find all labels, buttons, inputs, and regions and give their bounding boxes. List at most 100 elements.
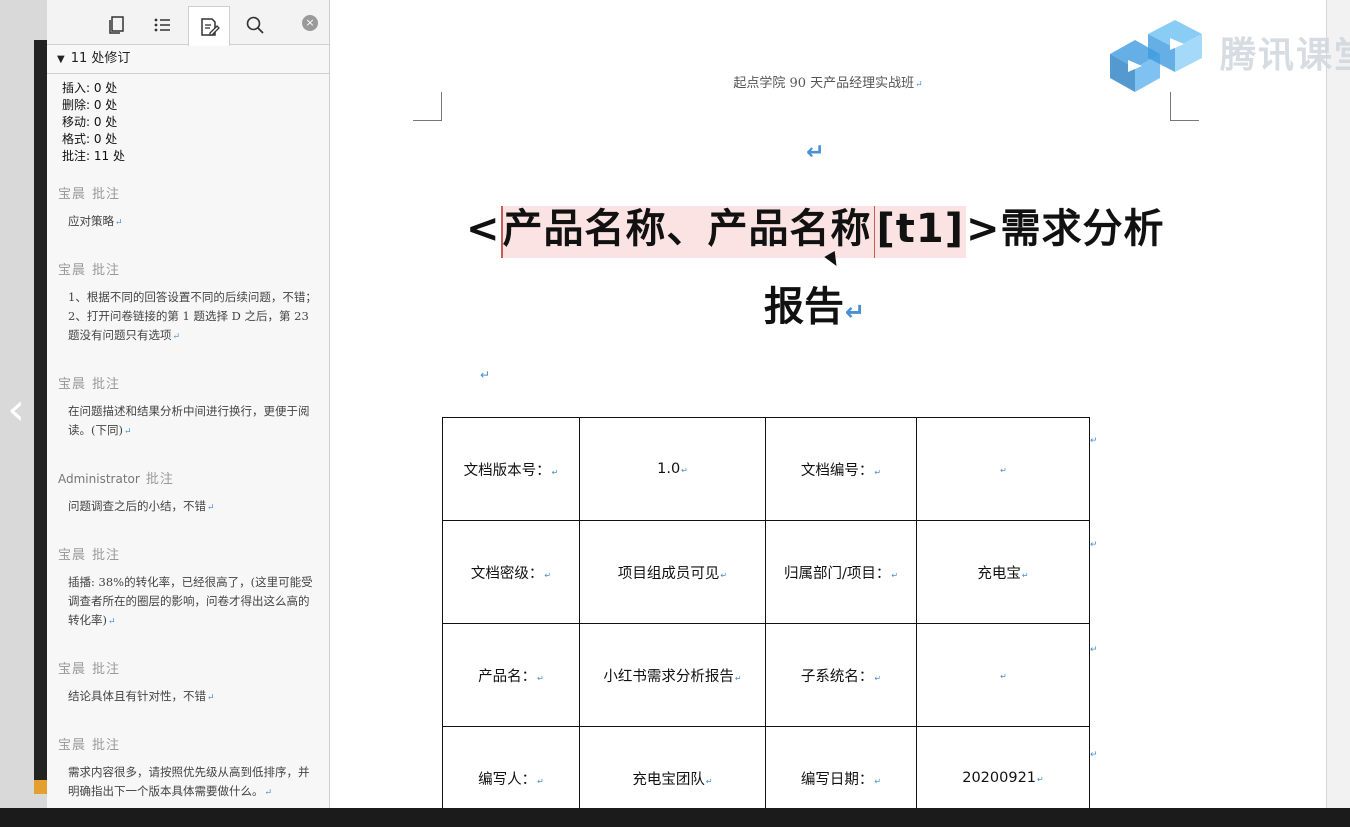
comment-text: 1、根据不同的回答设置不同的后续问题，不错；2、打开问卷链接的第 1 题选择 D… [68,290,317,342]
table-row: 产品名：↵ 小红书需求分析报告↵ 子系统名：↵ ↵ [442,623,1090,727]
search-icon[interactable] [235,6,275,44]
return-mark-icon: ↵ [108,617,116,627]
cell-text: 归属部门/项目： [783,565,891,582]
document-title[interactable]: <产品名称、产品名称 [t1]>需求分析 [466,196,1165,258]
comment-label: 批注 [92,187,121,202]
comment-body: 结论具体且有针对性，不错↵ [58,687,317,708]
table-cell[interactable]: 子系统名：↵ [765,623,917,727]
comment-label: 批注 [92,738,121,753]
table-cell[interactable]: 充电宝↵ [916,520,1090,624]
cell-text: 编写人： [478,771,537,788]
cell-text: 文档版本号： [463,462,551,479]
cell-text: 项目组成员可见 [617,565,720,582]
comment-author-line: 宝晨 批注 [58,183,317,202]
table-cell[interactable]: 文档密级：↵ [442,520,580,624]
title-line2-text: 报告 [764,284,844,330]
comment-body: 插播: 38%的转化率，已经很高了，(这里可能受调查者所在的圈层的影响，问卷才得… [58,573,317,632]
cell-text: 1.0 [657,461,681,477]
return-mark-icon: ↵ [115,218,123,228]
cell-text: 充电宝 [977,565,1021,582]
table-cell[interactable]: 编写日期：↵ [765,726,917,808]
table-cell[interactable]: 小红书需求分析报告↵ [579,623,766,727]
table-cell[interactable]: ↵ [916,623,1090,727]
comment-item[interactable]: 宝晨 批注 结论具体且有针对性，不错↵ [47,658,329,708]
previous-arrow-icon[interactable]: ‹ [0,380,32,440]
table-cell[interactable]: 编写人：↵ [442,726,580,808]
close-icon[interactable]: × [302,15,318,31]
watermark-text: 腾讯课堂 [1220,35,1350,76]
comment-item[interactable]: Administrator 批注 问题调查之后的小结，不错↵ [47,468,329,518]
margin-corner-right [1170,92,1199,121]
comment-item[interactable]: 宝晨 批注 应对策略↵ [47,183,329,233]
title-highlight[interactable]: 产品名称、产品名称 [500,206,874,258]
tencent-classroom-logo-icon [1110,20,1202,92]
document-title-line2[interactable]: 报告↵ [764,274,865,332]
comment-text: 插播: 38%的转化率，已经很高了，(这里可能受调查者所在的圈层的影响，问卷才得… [68,575,313,627]
comment-body: 1、根据不同的回答设置不同的后续问题，不错；2、打开问卷链接的第 1 题选择 D… [58,288,317,347]
return-mark-icon: ↵ [207,503,215,513]
table-cell[interactable]: 文档版本号：↵ [442,417,580,521]
comment-item[interactable]: 宝晨 批注 插播: 38%的转化率，已经很高了，(这里可能受调查者所在的圈层的影响… [47,544,329,632]
comment-body: 需求内容很多，请按照优先级从高到低排序，并明确指出下一个版本具体需要做什么。↵ [58,763,317,803]
return-mark-icon: ↵ [874,467,882,477]
comment-label: 批注 [92,263,121,278]
cell-text: 编写日期： [800,771,874,788]
return-mark-icon: ↵ [480,368,491,382]
collapse-triangle-icon[interactable]: ▼ [57,54,65,65]
return-mark-icon: ↵ [845,298,866,326]
return-mark-icon: ↵ [544,570,552,580]
comment-author-line: Administrator 批注 [58,468,317,487]
comment-item[interactable]: 宝晨 批注 在问题描述和结果分析中间进行换行，更便于阅读。(下同)↵ [47,373,329,442]
orange-marker [34,780,47,794]
comment-author: Administrator [58,472,140,486]
comment-text: 需求内容很多，请按照优先级从高到低排序，并明确指出下一个版本具体需要做什么。 [68,765,310,798]
list-icon[interactable] [142,6,182,44]
row-end-mark-icon: ↵ [1090,436,1098,446]
table-cell[interactable]: 充电宝团队↵ [579,726,766,808]
comment-item[interactable]: 宝晨 批注 需求内容很多，请按照优先级从高到低排序，并明确指出下一个版本具体需要做… [47,734,329,803]
return-mark-icon: ↵ [705,776,713,786]
stat-move: 移动: 0 处 [62,115,118,129]
panel-tab-bar: × [47,0,329,46]
revision-stats: 插入: 0 处 删除: 0 处 移动: 0 处 格式: 0 处 批注: 11 处 [47,74,329,171]
dark-bar [34,40,47,790]
document-page[interactable]: 起点学院 90 天产品经理实战班↵ ↵ <产品名称、产品名称 [t1]>需求分析 … [330,0,1327,808]
return-mark-icon: ↵ [720,570,728,580]
cell-text: 充电宝团队 [632,771,705,788]
comment-author: 宝晨 [58,662,87,677]
comment-author: 宝晨 [58,738,87,753]
table-cell[interactable]: 项目组成员可见↵ [579,520,766,624]
document-icon[interactable] [97,6,137,44]
return-mark-icon: ↵ [891,570,899,580]
table-cell[interactable]: 1.0↵ [579,417,766,521]
return-mark-icon: ↵ [681,466,688,475]
comment-item[interactable]: 宝晨 批注 1、根据不同的回答设置不同的后续问题，不错；2、打开问卷链接的第 1 … [47,259,329,347]
edit-document-icon[interactable] [188,6,230,46]
return-mark-icon: ↵ [537,673,544,683]
table-cell[interactable]: 20200921↵ [916,726,1090,808]
revisions-header[interactable]: ▼ 11 处修订 [47,45,329,74]
return-mark-icon: ↵ [1000,672,1007,681]
comment-author-line: 宝晨 批注 [58,373,317,392]
comment-label: 批注 [145,472,174,487]
cell-text: 子系统名： [800,668,874,685]
comment-anchor[interactable]: [t1] [873,206,967,258]
return-mark-icon: ↵ [264,788,273,798]
row-end-mark-icon: ↵ [1090,645,1098,655]
title-suffix: >需求分析 [966,206,1165,252]
comment-author-line: 宝晨 批注 [58,259,317,278]
return-mark-icon: ↵ [915,80,923,90]
comment-body: 应对策略↵ [58,212,317,233]
stat-format: 格式: 0 处 [62,132,118,146]
cell-text: 文档编号： [800,462,874,479]
table-cell[interactable]: ↵ [916,417,1090,521]
comment-text: 问题调查之后的小结，不错 [68,499,206,513]
table-cell[interactable]: 产品名：↵ [442,623,580,727]
row-end-mark-icon: ↵ [1090,540,1098,550]
stat-comment: 批注: 11 处 [62,149,125,163]
cell-text: 小红书需求分析报告 [603,668,734,685]
table-cell[interactable]: 归属部门/项目：↵ [765,520,917,624]
table-cell[interactable]: 文档编号：↵ [765,417,917,521]
return-mark-icon: ↵ [874,673,882,683]
tencent-classroom-watermark: 腾讯课堂 [1090,14,1350,94]
